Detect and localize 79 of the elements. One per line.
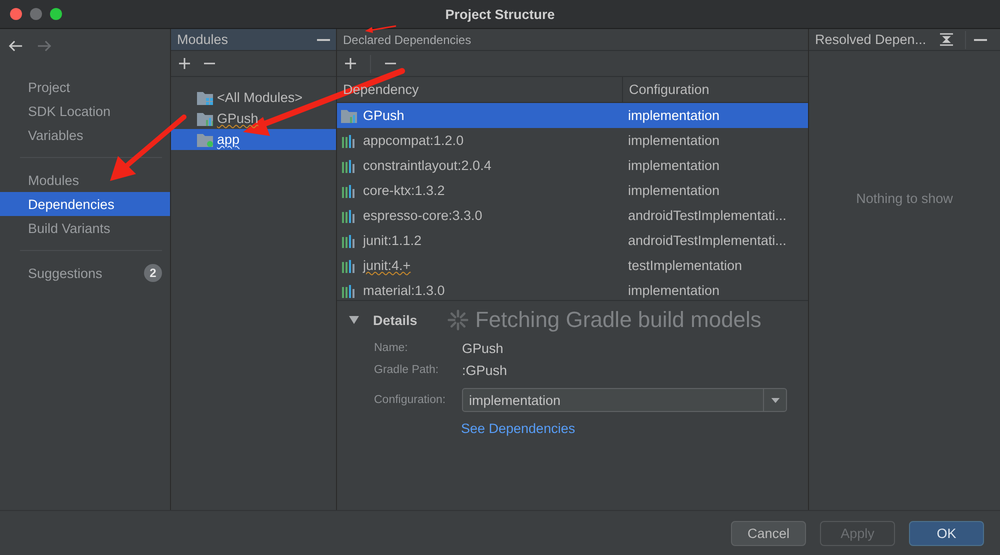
library-bars-icon [341,258,357,272]
module-item[interactable]: app [171,129,336,150]
count-badge: 2 [144,264,162,282]
empty-message: Nothing to show [856,191,953,208]
module-label: <All Modules> [217,90,303,105]
minimize-icon[interactable] [317,38,330,40]
sidebar-item[interactable]: Suggestions 2 [0,261,170,285]
field-label: Configuration: [374,394,447,406]
dependency-name: junit:4.+ [363,258,411,273]
dialog-button[interactable]: OK [909,520,984,546]
folder-chart-icon [341,108,357,122]
zoom-button[interactable] [50,8,62,20]
dependency-name: espresso-core:3.3.0 [363,208,482,223]
folder-chart-icon [197,112,213,126]
library-bars-icon [341,284,357,298]
table-row[interactable]: junit:1.1.2 androidTestImplementati... [337,228,808,253]
window-title: Project Structure [445,6,555,22]
sidebar-item[interactable]: Build Variants [0,216,170,240]
configuration-dropdown[interactable]: implementation [462,388,787,412]
table-row[interactable]: junit:4.+ testImplementation [337,253,808,278]
folder-grid-icon [197,90,213,104]
sidebar-item[interactable]: Variables [0,123,170,147]
table-row[interactable]: appcompat:1.2.0 implementation [337,128,808,153]
section-title: Details [373,312,418,328]
see-dependencies-link[interactable]: See Dependencies [461,420,576,436]
close-button[interactable] [10,8,22,20]
panel-title: Resolved Depen... [815,32,926,47]
configuration-cell-text: testImplementation [627,257,744,275]
minimize-icon[interactable] [974,38,988,40]
back-icon[interactable] [8,40,23,52]
sidebar-item[interactable]: SDK Location [0,99,170,123]
add-icon[interactable] [345,58,356,69]
collapse-all-icon[interactable] [940,33,954,46]
field-value: :GPush [462,362,508,378]
dependency-name: GPush [363,108,404,123]
module-label: GPush [217,111,258,126]
dialog-button[interactable]: Cancel [731,520,806,546]
dependency-name: constraintlayout:2.0.4 [363,158,492,173]
configuration-cell-text: implementation [627,132,721,150]
collapse-icon[interactable] [349,315,359,325]
table-row[interactable]: material:1.3.0 implementation [337,278,808,300]
configuration-cell-text: implementation [627,182,721,200]
dependency-name: junit:1.1.2 [363,233,422,248]
spinner-icon [447,309,470,331]
sidebar-item[interactable]: Dependencies [0,192,170,216]
dependency-name: core-ktx:1.3.2 [363,183,445,198]
field-value: GPush [462,340,504,356]
dependency-name: appcompat:1.2.0 [363,133,464,148]
configuration-cell-text: androidTestImplementati... [627,207,788,225]
table-row[interactable]: constraintlayout:2.0.4 implementation [337,153,808,178]
configuration-cell-text: androidTestImplementati... [627,232,788,250]
column-header[interactable]: Configuration [623,77,808,102]
sidebar-item[interactable]: Project [0,75,170,99]
table-row[interactable]: GPush implementation [337,103,808,128]
library-bars-icon [341,208,357,222]
minimize-button[interactable] [30,8,42,20]
configuration-cell-text: implementation [627,157,721,175]
field-label: Name: [374,342,409,354]
field-label: Gradle Path: [374,364,440,376]
table-row[interactable]: espresso-core:3.3.0 androidTestImplementati... [337,203,808,228]
caret-icon [770,398,780,402]
library-bars-icon [341,234,357,248]
module-label: app [217,132,240,147]
annotation-arrow [365,25,396,33]
panel-title: Declared Dependencies [343,32,472,46]
library-bars-icon [341,134,357,148]
dependency-name: material:1.3.0 [363,283,445,298]
module-item[interactable]: GPush [171,108,336,129]
library-bars-icon [341,158,357,172]
panel-title: Modules [177,32,228,47]
library-bars-icon [341,184,357,198]
loading-message: Fetching Gradle build models [475,307,762,333]
folder-icon [197,132,213,146]
module-item[interactable]: <All Modules> [171,87,336,108]
add-icon[interactable] [179,58,190,69]
configuration-cell-text: implementation [627,107,721,125]
table-row[interactable]: core-ktx:1.3.2 implementation [337,178,808,203]
configuration-cell-text: implementation [627,282,721,300]
sidebar-item[interactable]: Modules [0,168,170,192]
